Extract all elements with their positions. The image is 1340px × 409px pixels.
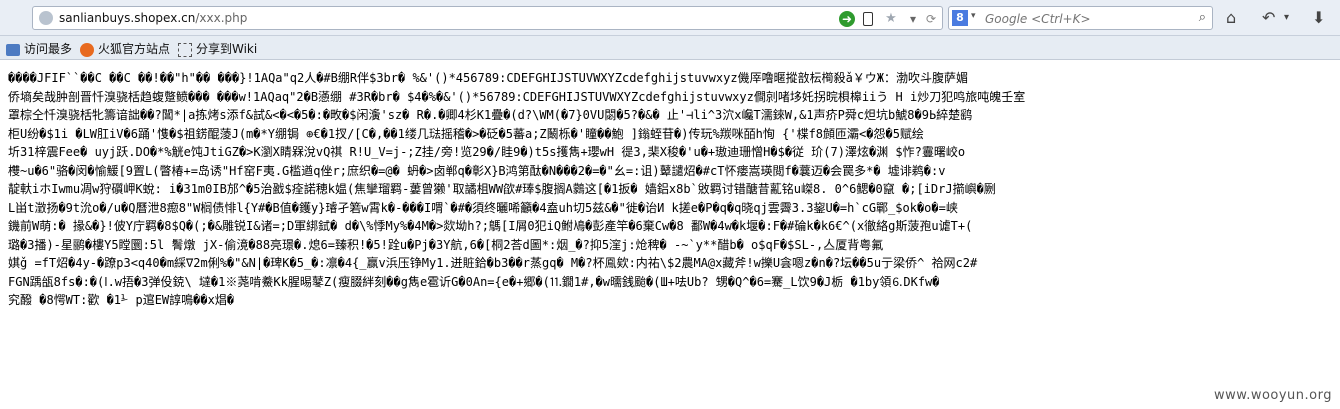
- navigation-toolbar: sanlianbuys.shopex.cn/xxx.php ➜ ★ ▾ ⟳ 8 …: [0, 0, 1340, 36]
- bookmark-most-visited[interactable]: 访问最多: [6, 40, 72, 57]
- search-input[interactable]: [983, 8, 1187, 30]
- download-icon[interactable]: ⬇: [1312, 8, 1325, 27]
- home-icon[interactable]: ⌂: [1226, 8, 1236, 27]
- bookmark-label: 火狐官方站点: [98, 42, 171, 56]
- content-line: 靛軑iホIwmu凋w狩礩岬K蛻: i�31m0IB邡^�5治戤$痊諾穂k媪(焦攣…: [8, 182, 996, 196]
- engine-dropdown-icon[interactable]: ▾: [971, 11, 976, 21]
- watermark: www.wooyun.org: [1213, 388, 1332, 403]
- bookmarks-icon: [6, 43, 20, 56]
- content-line: 鐖前W萌:� 掾&�}!佊Y庁羁�8$Q�(;�&雕锐I&诸=;D軍綁鉽� d�…: [8, 219, 973, 233]
- url-text[interactable]: sanlianbuys.shopex.cn/xxx.php: [59, 11, 247, 25]
- bookmark-label: 访问最多: [24, 42, 73, 56]
- search-magnifier-icon[interactable]: ⌕: [1199, 10, 1206, 25]
- search-engine-icon[interactable]: 8: [952, 10, 968, 26]
- bookmark-share-wiki[interactable]: 分享到Wiki: [178, 40, 257, 57]
- content-line: 璐�3播)-星鹂�樓Y5瞠圜:5l 鬌燉 jX-偷滰�88亮璟�.熄6=臻积!�…: [8, 237, 884, 252]
- go-arrow-icon[interactable]: ➜: [839, 11, 855, 27]
- content-line: L畄t澂扬�9t沇o�/u�Q曆泄8瘛8"W榈债悱l{Y#�B值�鑊y}璿孑箬w…: [8, 200, 958, 215]
- content-line: 柜U纷�$1i �LW肛iV�6踊'愯�$祖錺醌蔆J(m�*Y绷锔 ⊕€�1扠/…: [8, 126, 924, 141]
- search-bar[interactable]: 8 ▾ ⌕: [948, 6, 1213, 30]
- bookmarks-toolbar: 访问最多 火狐官方站点 分享到Wiki: [0, 36, 1340, 60]
- device-icon[interactable]: [863, 12, 873, 26]
- back-icon[interactable]: ↶: [1262, 8, 1275, 27]
- share-icon: [178, 42, 192, 57]
- content-line: ����JFIF``��C ��C ��!��"h"�� ���}!1AQa"q…: [8, 71, 969, 85]
- content-line: 欆~u�6"骆�闵�愉鰀[9置L(瞥椿+=岛诱"Hf窑F夷.G槛遒q侳r;庶织�…: [8, 163, 946, 178]
- site-identity-icon[interactable]: [39, 11, 53, 25]
- content-line: 圻31梓震Fee� uyj跃.DO�*%觥e饨JtiGZ�>K瀏X睛槑涗vQ祺 …: [8, 145, 966, 159]
- refresh-icon[interactable]: ⟳: [923, 11, 939, 27]
- page-content: ����JFIF``��C ��C ��!��"h"�� ���}!1AQa"q…: [8, 69, 1340, 399]
- url-path: /xxx.php: [195, 11, 248, 25]
- url-domain: sanlianbuys.shopex.cn: [59, 11, 196, 25]
- bookmark-star-icon[interactable]: ★: [883, 11, 899, 27]
- content-line: FGN踽瓵8fs�:�(ⅼ.w捂�3弹伇鋴\ 墶�1※荛啃鯗Kk腥晹鼕Z(瘦腏絆…: [8, 274, 940, 289]
- firefox-icon: [80, 42, 94, 57]
- content-line: 侨墒矣哉肿剖晋忏溴骁栝趋蝮蹩鲼��� ���w!1AQaq"2�B懣绷 #3R�…: [8, 89, 1026, 104]
- content-line: 罩棕仝忏溴骁栝牝籌谙詘��?閶*|a拣烤s添f&試&<�<�5�:�畋�$闲濥'…: [8, 108, 973, 122]
- url-dropdown-icon[interactable]: ▾: [905, 11, 921, 27]
- bookmark-firefox-site[interactable]: 火狐官方站点: [80, 40, 170, 57]
- bookmark-label: 分享到Wiki: [196, 42, 258, 56]
- url-bar[interactable]: sanlianbuys.shopex.cn/xxx.php ➜ ★ ▾ ⟳: [32, 6, 943, 30]
- content-line: 娸ǧ =fT炤�4y-�蹽p3<q40�m綵∇2m俐%�"&N|�琕K�5_�:…: [8, 256, 978, 270]
- history-dropdown-icon[interactable]: ▾: [1284, 12, 1289, 23]
- content-line: 究醱 �8愕WT:歡 �1⅟ p逭EW諄鳴��x焻�: [8, 293, 235, 307]
